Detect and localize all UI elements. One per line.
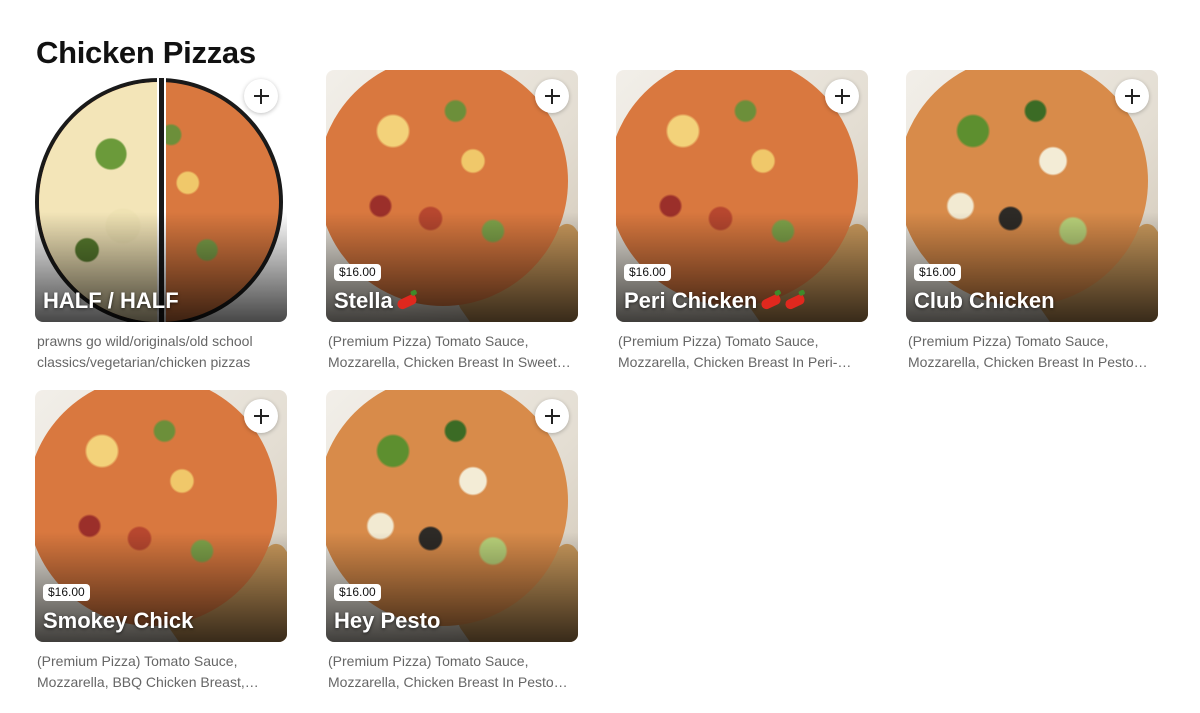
pizza-image[interactable]: $16.00 Hey Pesto: [326, 390, 578, 642]
add-to-cart-button[interactable]: [825, 79, 859, 113]
price-badge: $16.00: [624, 264, 671, 281]
menu-item-card-peri-chicken[interactable]: $16.00 Peri Chicken (Premium Pizza) Toma…: [616, 70, 868, 373]
pizza-image[interactable]: $16.00 Peri Chicken: [616, 70, 868, 322]
pizza-description: (Premium Pizza) Tomato Sauce, Mozzarella…: [37, 653, 259, 690]
pizza-description: (Premium Pizza) Tomato Sauce, Mozzarella…: [908, 333, 1148, 370]
pizza-image[interactable]: $16.00 Club Chicken: [906, 70, 1158, 322]
plus-icon: [544, 408, 560, 424]
pizza-name-text: Hey Pesto: [334, 608, 441, 633]
pizza-description: prawns go wild/originals/old school clas…: [37, 333, 253, 370]
plus-icon: [253, 408, 269, 424]
pizza-name-text: Peri Chicken: [624, 288, 758, 313]
pizza-name: Stella: [334, 288, 418, 314]
plus-icon: [544, 88, 560, 104]
pizza-name-text: Club Chicken: [914, 288, 1055, 313]
menu-item-card-hey-pesto[interactable]: $16.00 Hey Pesto (Premium Pizza) Tomato …: [326, 390, 578, 693]
chili-pepper-icon: [760, 293, 783, 311]
plus-icon: [834, 88, 850, 104]
chili-pepper-icon: [395, 293, 418, 311]
plus-icon: [1124, 88, 1140, 104]
pizza-description: (Premium Pizza) Tomato Sauce, Mozzarella…: [328, 653, 568, 690]
pizza-description: (Premium Pizza) Tomato Sauce, Mozzarella…: [618, 333, 838, 370]
pizza-name: HALF / HALF: [43, 288, 179, 314]
add-to-cart-button[interactable]: [244, 399, 278, 433]
pizza-name-text: Smokey Chick: [43, 608, 194, 633]
add-to-cart-button[interactable]: [244, 79, 278, 113]
price-badge: $16.00: [334, 264, 381, 281]
pizza-name: Peri Chicken: [624, 288, 807, 314]
menu-item-card-club-chicken[interactable]: $16.00 Club Chicken (Premium Pizza) Toma…: [906, 70, 1158, 373]
pizza-description: (Premium Pizza) Tomato Sauce, Mozzarella…: [328, 333, 557, 370]
pizza-name-text: HALF / HALF: [43, 288, 179, 313]
pizza-name: Hey Pesto: [334, 608, 440, 634]
menu-item-card-stella[interactable]: $16.00 Stella (Premium Pizza) Tomato Sau…: [326, 70, 578, 373]
add-to-cart-button[interactable]: [1115, 79, 1149, 113]
price-badge: $16.00: [43, 584, 90, 601]
section-title: Chicken Pizzas: [36, 34, 256, 70]
pizza-name: Smokey Chick: [43, 608, 193, 634]
menu-item-card-half-half[interactable]: HALF / HALF prawns go wild/originals/old…: [35, 70, 287, 373]
add-to-cart-button[interactable]: [535, 399, 569, 433]
pizza-image[interactable]: HALF / HALF: [35, 70, 287, 322]
pizza-image[interactable]: $16.00 Stella: [326, 70, 578, 322]
price-badge: $16.00: [914, 264, 961, 281]
pizza-name-text: Stella: [334, 288, 393, 313]
plus-icon: [253, 88, 269, 104]
add-to-cart-button[interactable]: [535, 79, 569, 113]
price-badge: $16.00: [334, 584, 381, 601]
pizza-name: Club Chicken: [914, 288, 1055, 314]
pizza-image[interactable]: $16.00 Smokey Chick: [35, 390, 287, 642]
chili-pepper-icon: [784, 293, 807, 311]
menu-item-card-smokey-chick[interactable]: $16.00 Smokey Chick (Premium Pizza) Toma…: [35, 390, 287, 693]
